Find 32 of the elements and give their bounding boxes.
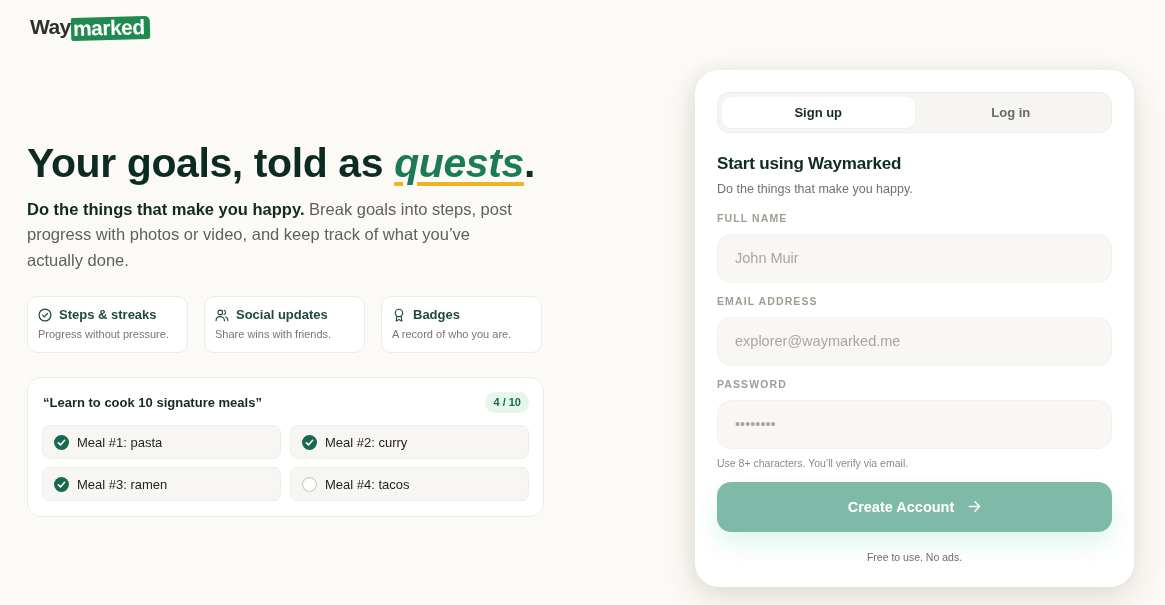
users-icon xyxy=(215,308,229,323)
field-label: FULL NAME xyxy=(717,210,788,225)
feature-title: Badges xyxy=(413,307,460,324)
step-label: Meal #3: ramen xyxy=(77,476,168,492)
password-hint: Use 8+ characters. You’ll verify via email. xyxy=(717,455,910,470)
field-label: EMAIL ADDRESS xyxy=(717,293,818,308)
step-label: Meal #2: curry xyxy=(325,434,408,450)
feature-description: A record of who you are. xyxy=(392,327,513,342)
footer-note: Free to use. No ads. xyxy=(866,549,963,564)
feature-title: Social updates xyxy=(236,307,328,324)
hero-headline: Your goals, told as quests. xyxy=(27,138,536,187)
name-field[interactable]: John Muir xyxy=(717,233,1112,283)
logo-text: Way xyxy=(30,15,71,39)
logo-highlight: marked xyxy=(70,15,150,42)
form-heading: Start using Waymarked xyxy=(717,152,903,175)
award-ribbon-icon xyxy=(392,308,406,323)
feature-description: Share wins with friends. xyxy=(215,327,333,342)
form-subheading: Do the things that make you happy. xyxy=(717,180,914,197)
password-field[interactable]: •••••••• xyxy=(717,399,1112,449)
tab[interactable]: Log in xyxy=(914,96,1107,128)
tab[interactable]: Sign up xyxy=(722,96,915,128)
field-label: PASSWORD xyxy=(717,376,787,391)
check-circle-icon xyxy=(38,308,52,323)
goal-title: “Learn to cook 10 signature meals” xyxy=(42,395,262,411)
feature-title: Steps & streaks xyxy=(59,307,157,324)
arrow-right-icon xyxy=(968,500,982,513)
hero-intro: Do the things that make you happy. Break goals into steps, post progress with photos or video, and keep track of what you’ve actually done. xyxy=(27,198,513,271)
feature-description: Progress without pressure. xyxy=(38,327,170,342)
step-label: Meal #1: pasta xyxy=(77,434,163,450)
progress-badge: 4 / 10 xyxy=(485,392,529,414)
step-label: Meal #4: tacos xyxy=(325,476,410,492)
email-field[interactable]: explorer@waymarked.me xyxy=(717,316,1112,366)
